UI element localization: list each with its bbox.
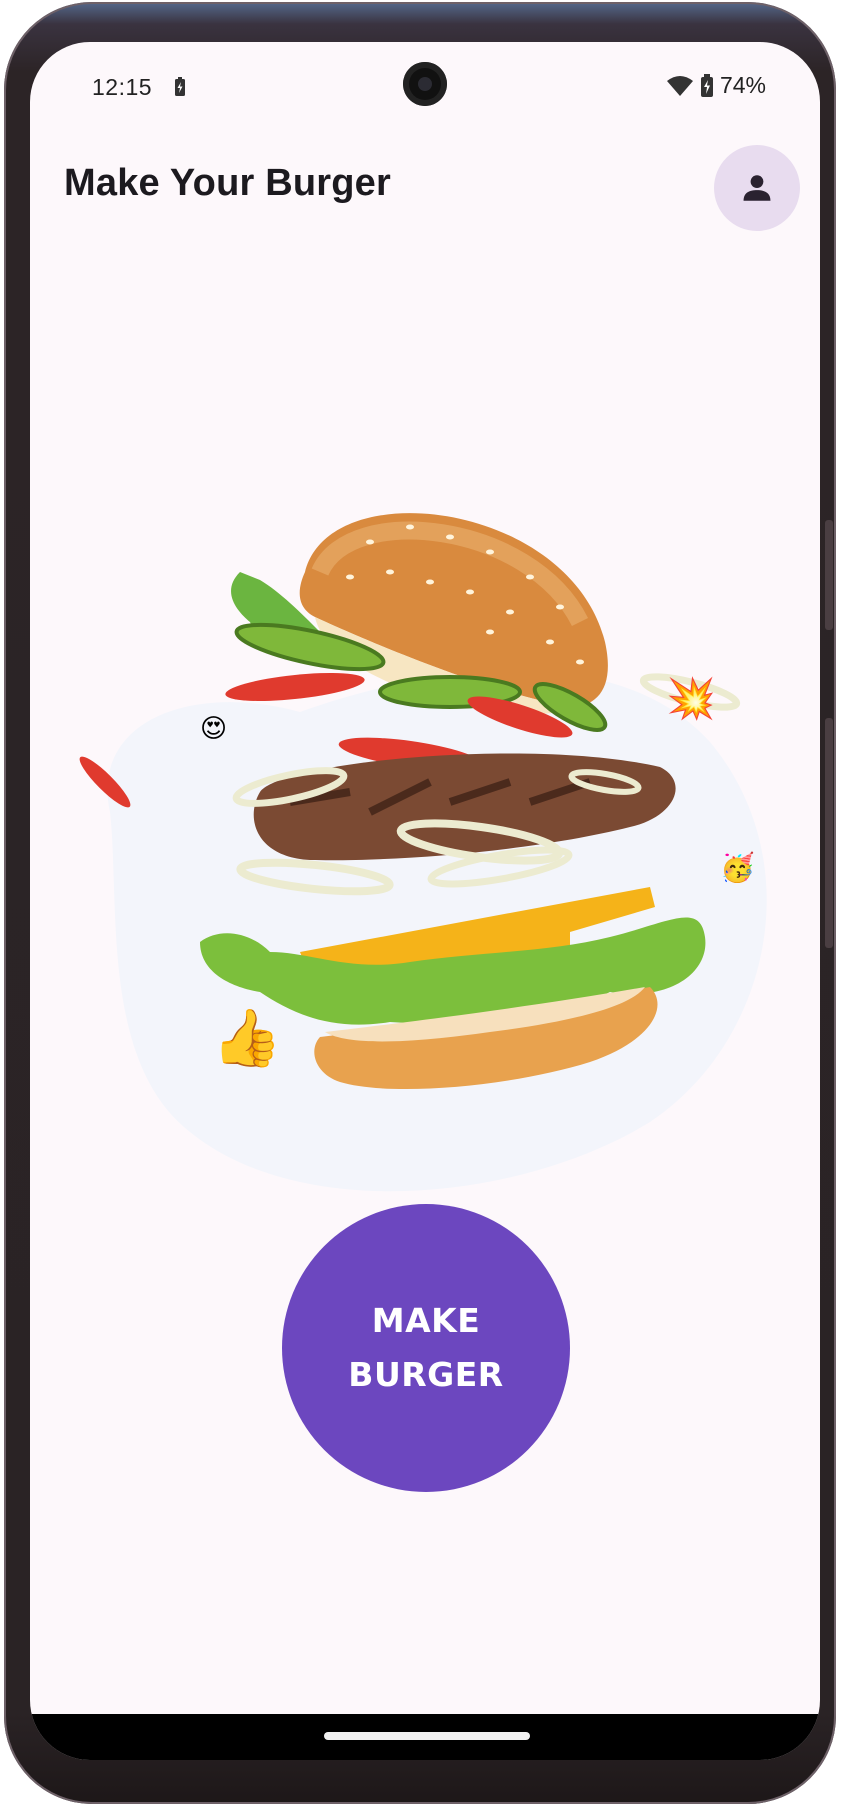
person-icon bbox=[743, 175, 771, 201]
battery-icon bbox=[700, 73, 713, 97]
phone-frame: 12:15 74% Make Your Burger 😍 🥳 👍 💥 MAKE … bbox=[4, 2, 836, 1804]
wifi-icon bbox=[666, 75, 693, 96]
battery-percent: 74% bbox=[719, 72, 766, 98]
make-burger-label-line2: BURGER bbox=[348, 1355, 504, 1394]
power-button bbox=[825, 520, 833, 630]
volume-button bbox=[825, 718, 833, 948]
front-camera bbox=[403, 62, 447, 106]
home-indicator[interactable] bbox=[324, 1732, 530, 1740]
status-icons: 74% bbox=[666, 72, 766, 99]
thumbs-up-emoji: 👍 bbox=[212, 1006, 282, 1070]
battery-charging-icon bbox=[175, 77, 185, 96]
profile-button[interactable] bbox=[714, 145, 800, 231]
make-burger-button[interactable]: MAKE BURGER bbox=[282, 1204, 570, 1492]
status-time: 12:15 bbox=[92, 74, 153, 100]
page-title: Make Your Burger bbox=[64, 162, 391, 204]
make-burger-label-line1: MAKE bbox=[371, 1301, 481, 1340]
collision-emoji: 💥 bbox=[666, 675, 716, 722]
status-bar: 12:15 74% bbox=[30, 42, 820, 132]
screen: 12:15 74% Make Your Burger 😍 🥳 👍 💥 MAKE … bbox=[30, 42, 820, 1760]
party-face-emoji: 🥳 bbox=[720, 850, 755, 884]
burger-illustration: 😍 🥳 👍 💥 bbox=[79, 513, 767, 1192]
heart-eyes-emoji: 😍 bbox=[200, 713, 227, 743]
